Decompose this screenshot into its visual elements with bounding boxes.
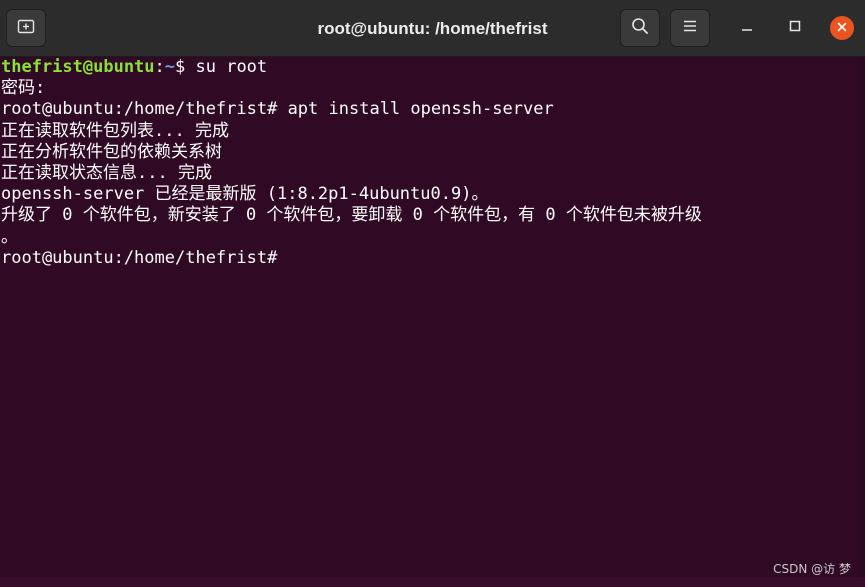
maximize-button[interactable] (783, 16, 807, 40)
menu-button[interactable] (670, 9, 710, 47)
minimize-icon (741, 19, 753, 37)
terminal-line: thefrist@ubuntu:~$ su root (0, 57, 860, 78)
maximize-icon (789, 19, 801, 37)
search-button[interactable] (620, 9, 660, 47)
new-tab-icon (17, 18, 35, 39)
terminal-line: 密码: (1, 78, 46, 99)
close-icon (837, 19, 847, 37)
title-bar[interactable]: root@ubuntu: /home/thefrist (0, 0, 865, 57)
prompt-colon: : (154, 57, 165, 77)
terminal-prompt: root@ubuntu:/home/thefrist# (1, 247, 278, 268)
terminal-line: openssh-server 已经是最新版 (1:8.2p1-4ubuntu0.… (1, 184, 489, 205)
prompt-path: ~ (164, 57, 176, 77)
watermark: CSDN @访 梦 (773, 562, 851, 576)
prompt-command: $ su root (175, 57, 268, 77)
hamburger-menu-icon (683, 19, 697, 37)
close-button[interactable] (830, 16, 854, 40)
terminal-line: root@ubuntu:/home/thefrist# apt install … (1, 99, 554, 120)
desktop-strip (0, 577, 865, 587)
terminal-line: 。 (1, 226, 18, 247)
scrollbar[interactable] (860, 57, 865, 577)
new-tab-button[interactable] (6, 9, 46, 47)
terminal-window: root@ubuntu: /home/thefrist thefrist@ubu… (0, 0, 865, 587)
terminal-line: 升级了 0 个软件包，新安装了 0 个软件包，要卸载 0 个软件包，有 0 个软… (1, 205, 702, 226)
terminal-line: 正在分析软件包的依赖关系树 (1, 141, 222, 162)
terminal-line: 正在读取软件包列表... 完成 (1, 120, 229, 141)
minimize-button[interactable] (735, 16, 759, 40)
search-icon (631, 17, 649, 40)
terminal-output[interactable]: thefrist@ubuntu:~$ su root 密码: root@ubun… (0, 57, 860, 577)
prompt-user-host: thefrist@ubuntu (1, 57, 155, 77)
terminal-line: 正在读取状态信息... 完成 (1, 162, 212, 183)
